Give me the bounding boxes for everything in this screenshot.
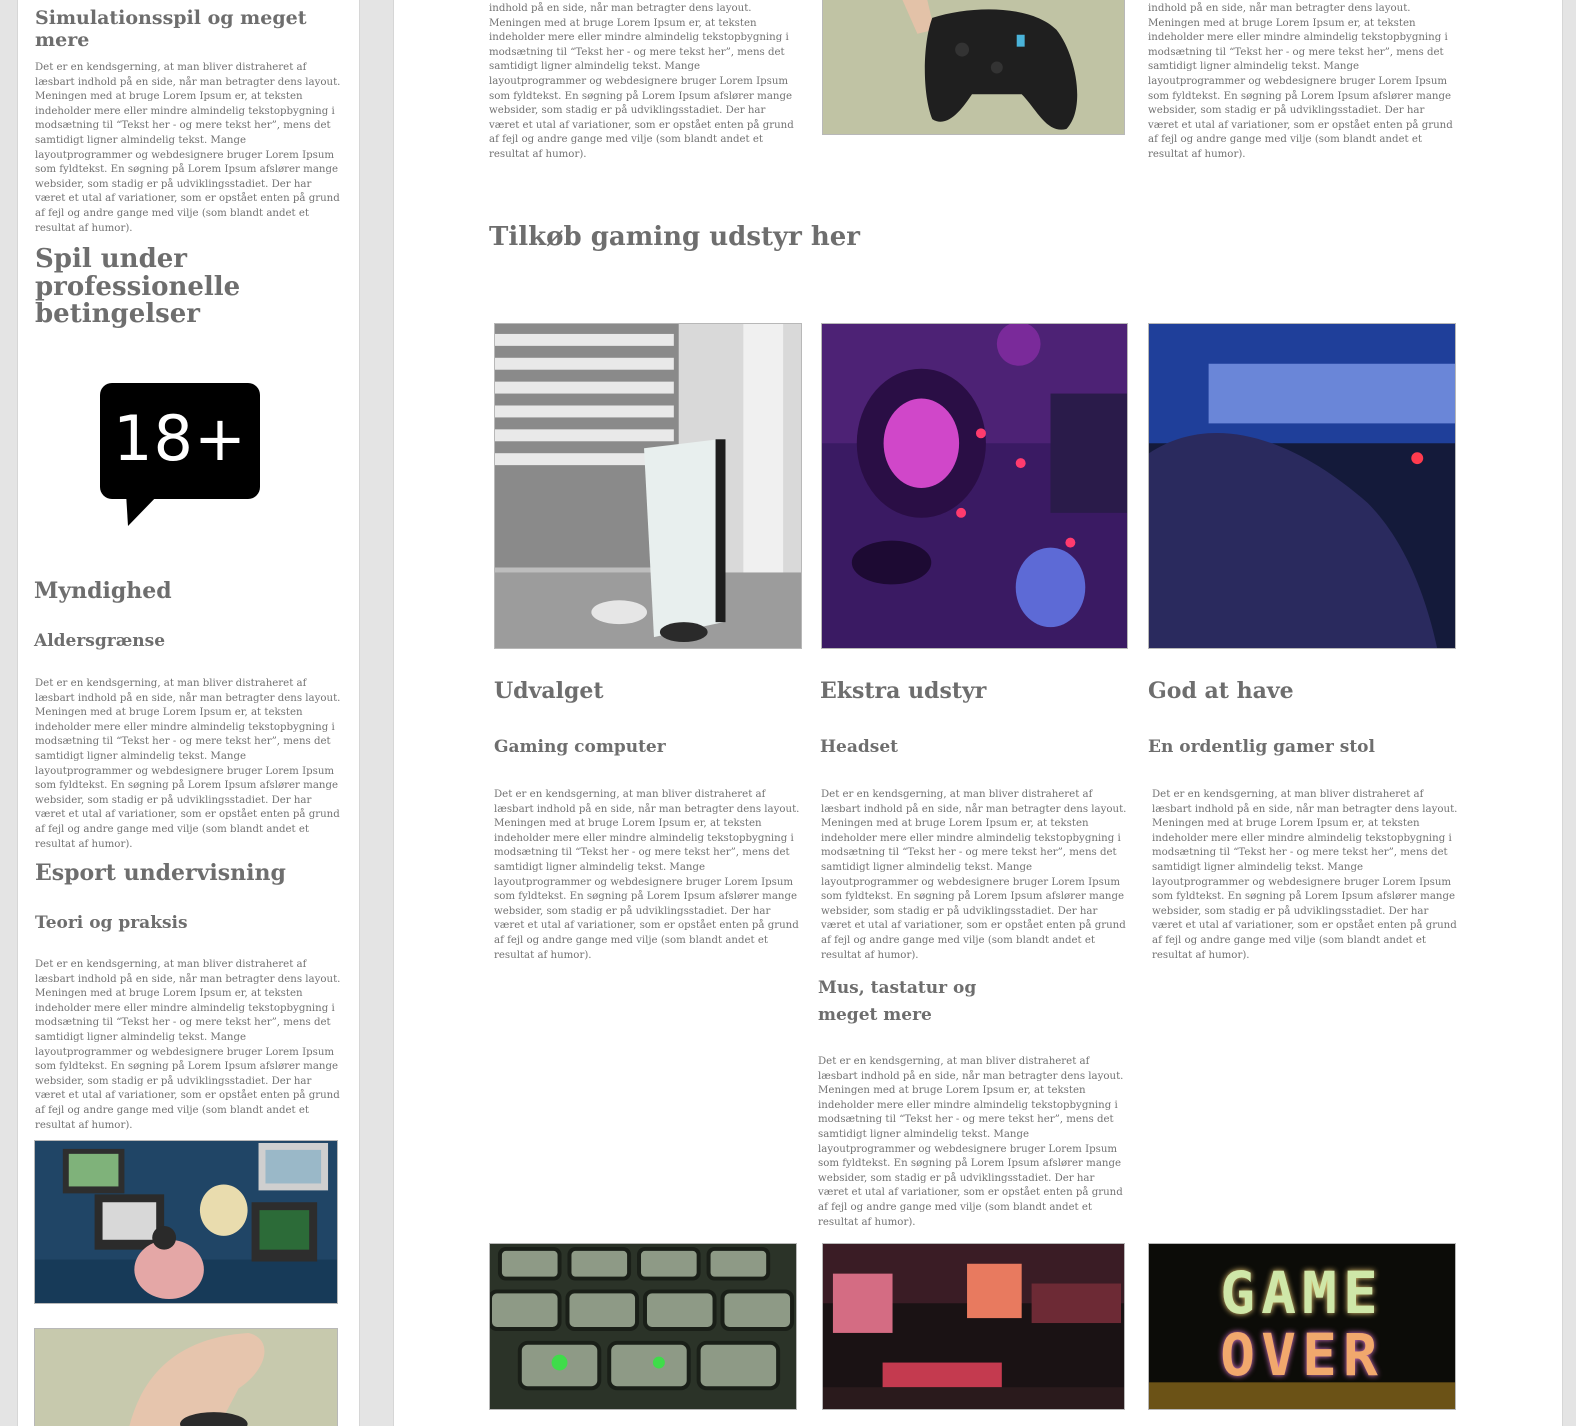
hand-controller-image-bottom <box>34 1328 338 1426</box>
heading-professional: Spil under professionelle betingelser <box>35 244 241 329</box>
gaming-cafe-image <box>822 1243 1125 1410</box>
game-over-line-2: OVER <box>1220 1321 1384 1389</box>
age-badge-label: 18+ <box>113 402 247 475</box>
paragraph-top-left: indhold på en side, når man betragter de… <box>489 3 794 160</box>
heading-authority: Myndighed <box>34 578 172 604</box>
headset-setup-image <box>821 323 1128 649</box>
game-over-line-1: GAME <box>1220 1259 1384 1327</box>
col2-paragraph: Det er en kendsgerning, at man bliver di… <box>821 789 1127 961</box>
col2-title: Ekstra udstyr <box>820 678 987 704</box>
col3-title: God at have <box>1148 678 1294 704</box>
col1-subtitle: Gaming computer <box>494 737 666 757</box>
col1-paragraph: Det er en kendsgerning, at man bliver di… <box>494 789 800 961</box>
green-keyboard-image <box>489 1243 797 1410</box>
game-over-sign-text: GAME OVER <box>1148 1262 1456 1386</box>
heading-esport: Esport undervisning <box>35 860 286 886</box>
subheading-age-limit: Aldersgrænse <box>34 631 166 651</box>
col2-subtitle: Headset <box>820 737 899 757</box>
paragraph-simulation: Det er en kendsgerning, at man bliver di… <box>35 62 341 234</box>
subheading-theory: Teori og praksis <box>35 913 188 933</box>
paragraph-esport: Det er en kendsgerning, at man bliver di… <box>35 959 341 1131</box>
col3-subtitle: En ordentlig gamer stol <box>1148 737 1375 757</box>
controller-image-top <box>822 0 1125 135</box>
hand-keyboard-image <box>1148 323 1456 649</box>
heading-simulation: Simulationsspil og meget mere <box>35 7 307 51</box>
paragraph-authority: Det er en kendsgerning, at man bliver di… <box>35 678 341 850</box>
ps5-console-image <box>494 323 802 649</box>
paragraph-top-right: indhold på en side, når man betragter de… <box>1148 3 1453 160</box>
col3-paragraph: Det er en kendsgerning, at man bliver di… <box>1152 789 1458 961</box>
extra-subheading: Mus, tastatur og meget mere <box>818 978 977 1025</box>
shop-heading: Tilkøb gaming udstyr her <box>489 222 860 252</box>
col1-title: Udvalget <box>494 678 604 704</box>
retro-computers-image <box>34 1140 338 1304</box>
extra-paragraph: Det er en kendsgerning, at man bliver di… <box>818 1056 1124 1228</box>
